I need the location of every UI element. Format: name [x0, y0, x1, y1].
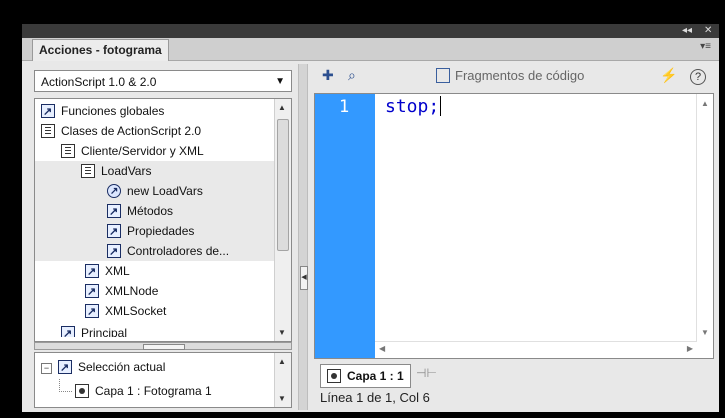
nav-item-capa-fotograma[interactable]: Capa 1 : Fotograma 1: [75, 381, 212, 401]
tab-capa-frame[interactable]: Capa 1 : 1: [320, 364, 411, 388]
collapse-panel-icon[interactable]: ◂◂: [682, 25, 692, 36]
tree-item-metodos[interactable]: Métodos: [35, 201, 275, 222]
script-navigator[interactable]: −Selección actual Capa 1 : Fotograma 1 ▲…: [34, 352, 292, 408]
tree-scroll-thumb[interactable]: [277, 119, 289, 251]
arrowbox-icon: [61, 324, 75, 337]
tree-item-xmlsocket[interactable]: XMLSocket: [85, 301, 275, 322]
editor-vscrollbar[interactable]: ▲ ▼: [696, 94, 713, 342]
scroll-down-icon[interactable]: ▼: [701, 328, 709, 337]
code-line[interactable]: stop;: [385, 96, 442, 117]
arrowbox-icon: [85, 282, 99, 302]
tree-item-controladores[interactable]: Controladores de...: [35, 241, 275, 262]
script-toolbar: ✚ ⌕ Fragmentos de código ⚡ ?: [316, 64, 719, 90]
splitter-grip[interactable]: [143, 344, 185, 350]
frame-icon: [327, 368, 341, 383]
scroll-left-icon[interactable]: ◀: [379, 344, 385, 353]
magic-wand-icon[interactable]: ⚡: [660, 67, 677, 84]
script-editor[interactable]: 1 stop; ▲ ▼ ◀ ▶: [314, 93, 714, 359]
line-number: 1: [339, 97, 350, 117]
tree-item-cliente-servidor-xml[interactable]: Cliente/Servidor y XML: [61, 141, 281, 161]
code-snippets-button[interactable]: Fragmentos de código: [436, 68, 584, 84]
constructor-icon: [107, 182, 121, 202]
panel-menu-icon[interactable]: ▾≡: [700, 41, 711, 52]
text-caret: [440, 96, 442, 116]
tree-item-xml[interactable]: XML: [85, 261, 275, 282]
tree-item-principal[interactable]: Principal: [61, 323, 275, 337]
arrowbox-icon: [107, 242, 121, 262]
chevron-down-icon: ▼: [275, 76, 285, 87]
frame-icon: [75, 383, 89, 398]
add-item-icon[interactable]: ✚: [322, 67, 334, 84]
scroll-down-icon[interactable]: ▼: [278, 394, 286, 403]
navigator-scrollbar[interactable]: ▲ ▼: [274, 353, 291, 407]
book-icon: [81, 163, 95, 178]
tree-splitter-handle[interactable]: [34, 342, 292, 350]
pane-divider[interactable]: ◀: [298, 64, 308, 410]
nav-item-seleccion-actual[interactable]: −Selección actual: [41, 357, 165, 378]
close-panel-icon[interactable]: ✕: [704, 25, 712, 36]
arrowbox-icon: [107, 222, 121, 242]
tree-item-new-loadvars[interactable]: new LoadVars: [35, 181, 275, 202]
tab-acciones-fotograma[interactable]: Acciones - fotograma: [32, 39, 169, 61]
scroll-up-icon[interactable]: ▲: [278, 357, 286, 366]
tree-item-funciones-globales[interactable]: Funciones globales: [41, 101, 281, 122]
find-icon[interactable]: ⌕: [348, 67, 356, 84]
actions-window: ◂◂ ✕ Acciones - fotograma ▾≡ ActionScrip…: [22, 24, 719, 412]
arrowbox-icon: [58, 358, 72, 378]
arrowbox-icon: [85, 262, 99, 282]
actions-toolbox-tree[interactable]: Funciones globales Clases de ActionScrip…: [34, 98, 292, 342]
language-select-value: ActionScript 1.0 & 2.0: [41, 75, 157, 89]
scroll-down-icon[interactable]: ▼: [278, 328, 286, 337]
window-title-strip: ◂◂ ✕: [22, 24, 719, 38]
line-number-gutter: 1: [315, 94, 375, 358]
book-icon: [41, 123, 55, 138]
snippets-icon: [436, 68, 450, 84]
collapse-icon[interactable]: −: [41, 363, 52, 374]
tree-item-xmlnode[interactable]: XMLNode: [85, 281, 275, 302]
panel-tabbar: Acciones - fotograma ▾≡: [22, 38, 719, 61]
tree-item-propiedades[interactable]: Propiedades: [35, 221, 275, 242]
status-line: Línea 1 de 1, Col 6: [320, 390, 430, 405]
editor-hscrollbar[interactable]: ◀ ▶: [375, 341, 697, 358]
pin-script-icon[interactable]: ⊣⊢: [416, 366, 437, 380]
book-icon: [61, 143, 75, 158]
collapse-left-pane-icon[interactable]: ◀: [300, 266, 308, 290]
scroll-up-icon[interactable]: ▲: [701, 99, 709, 108]
scroll-right-icon[interactable]: ▶: [687, 344, 693, 353]
help-icon[interactable]: ?: [690, 69, 706, 85]
language-select[interactable]: ActionScript 1.0 & 2.0 ▼: [34, 70, 292, 92]
tree-scrollbar[interactable]: ▲ ▼: [274, 99, 291, 341]
tree-connector: [59, 379, 72, 392]
arrowbox-icon: [85, 302, 99, 322]
tree-item-clases-as2[interactable]: Clases de ActionScript 2.0: [41, 121, 281, 141]
arrowbox-icon: [41, 102, 55, 122]
tree-item-loadvars[interactable]: LoadVars: [35, 161, 275, 181]
arrowbox-icon: [107, 202, 121, 222]
actions-panel: Acciones - fotograma ▾≡ ActionScript 1.0…: [22, 38, 719, 412]
scroll-up-icon[interactable]: ▲: [278, 103, 286, 112]
